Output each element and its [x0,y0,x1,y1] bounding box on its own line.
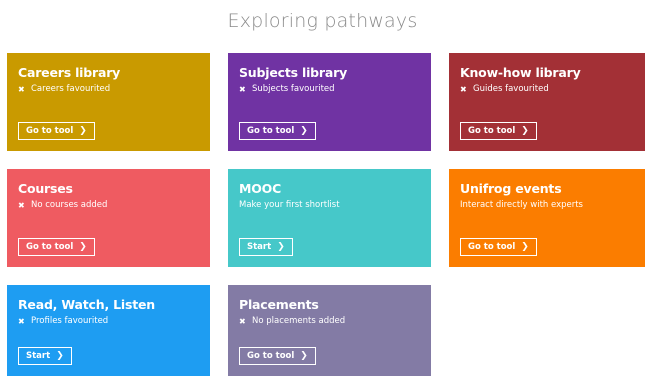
chevron-right-icon: ❯ [300,126,308,136]
card-mooc: MOOC Make your first shortlist Start ❯ [228,169,431,267]
card-status-text: Careers favourited [31,84,111,94]
card-status: ✖ Guides favourited [460,84,645,95]
card-title: MOOC [239,181,282,196]
x-icon: ✖ [18,85,25,94]
card-status: ✖ No placements added [239,316,431,327]
card-status: Make your first shortlist [239,200,431,211]
card-know-how-library: Know-how library ✖ Guides favourited Go … [449,53,645,151]
card-title: Subjects library [239,65,348,80]
card-placements: Placements ✖ No placements added Go to t… [228,285,431,376]
chevron-right-icon: ❯ [521,242,529,252]
x-icon: ✖ [460,85,467,94]
go-to-tool-button[interactable]: Go to tool ❯ [239,122,316,140]
card-status-text: No placements added [252,316,346,326]
card-title: Placements [239,297,319,312]
card-status-text: No courses added [31,200,108,210]
chevron-right-icon: ❯ [300,351,308,361]
go-to-tool-button[interactable]: Go to tool ❯ [460,238,537,256]
card-title: Unifrog events [460,181,562,196]
card-title: Courses [18,181,73,196]
card-careers-library: Careers library ✖ Careers favourited Go … [7,53,210,151]
x-icon: ✖ [239,85,246,94]
card-title: Careers library [18,65,121,80]
card-status: ✖ Subjects favourited [239,84,431,95]
x-icon: ✖ [239,317,246,326]
card-unifrog-events: Unifrog events Interact directly with ex… [449,169,645,267]
chevron-right-icon: ❯ [56,351,64,361]
x-icon: ✖ [18,201,25,210]
chevron-right-icon: ❯ [79,242,87,252]
card-status: ✖ Profiles favourited [18,316,210,327]
chevron-right-icon: ❯ [79,126,87,136]
card-read-watch-listen: Read, Watch, Listen ✖ Profiles favourite… [7,285,210,376]
button-label: Go to tool [26,126,74,136]
chevron-right-icon: ❯ [277,242,285,252]
go-to-tool-button[interactable]: Go to tool ❯ [18,122,95,140]
button-label: Go to tool [247,351,295,361]
card-subjects-library: Subjects library ✖ Subjects favourited G… [228,53,431,151]
start-button[interactable]: Start ❯ [239,238,293,256]
card-status: ✖ No courses added [18,200,210,211]
button-label: Start [247,242,272,252]
button-label: Go to tool [468,126,516,136]
x-icon: ✖ [18,317,25,326]
button-label: Go to tool [247,126,295,136]
card-status-text: Interact directly with experts [460,200,583,210]
go-to-tool-button[interactable]: Go to tool ❯ [18,238,95,256]
card-status: ✖ Careers favourited [18,84,210,95]
go-to-tool-button[interactable]: Go to tool ❯ [239,347,316,365]
card-status-text: Profiles favourited [31,316,109,326]
page-title: Exploring pathways [227,10,418,32]
start-button[interactable]: Start ❯ [18,347,72,365]
chevron-right-icon: ❯ [521,126,529,136]
button-label: Go to tool [468,242,516,252]
card-status-text: Guides favourited [473,84,549,94]
card-title: Read, Watch, Listen [18,297,155,312]
card-status-text: Subjects favourited [252,84,335,94]
button-label: Go to tool [26,242,74,252]
card-title: Know-how library [460,65,581,80]
card-courses: Courses ✖ No courses added Go to tool ❯ [7,169,210,267]
button-label: Start [26,351,51,361]
card-status-text: Make your first shortlist [239,200,340,210]
card-status: Interact directly with experts [460,200,645,211]
go-to-tool-button[interactable]: Go to tool ❯ [460,122,537,140]
